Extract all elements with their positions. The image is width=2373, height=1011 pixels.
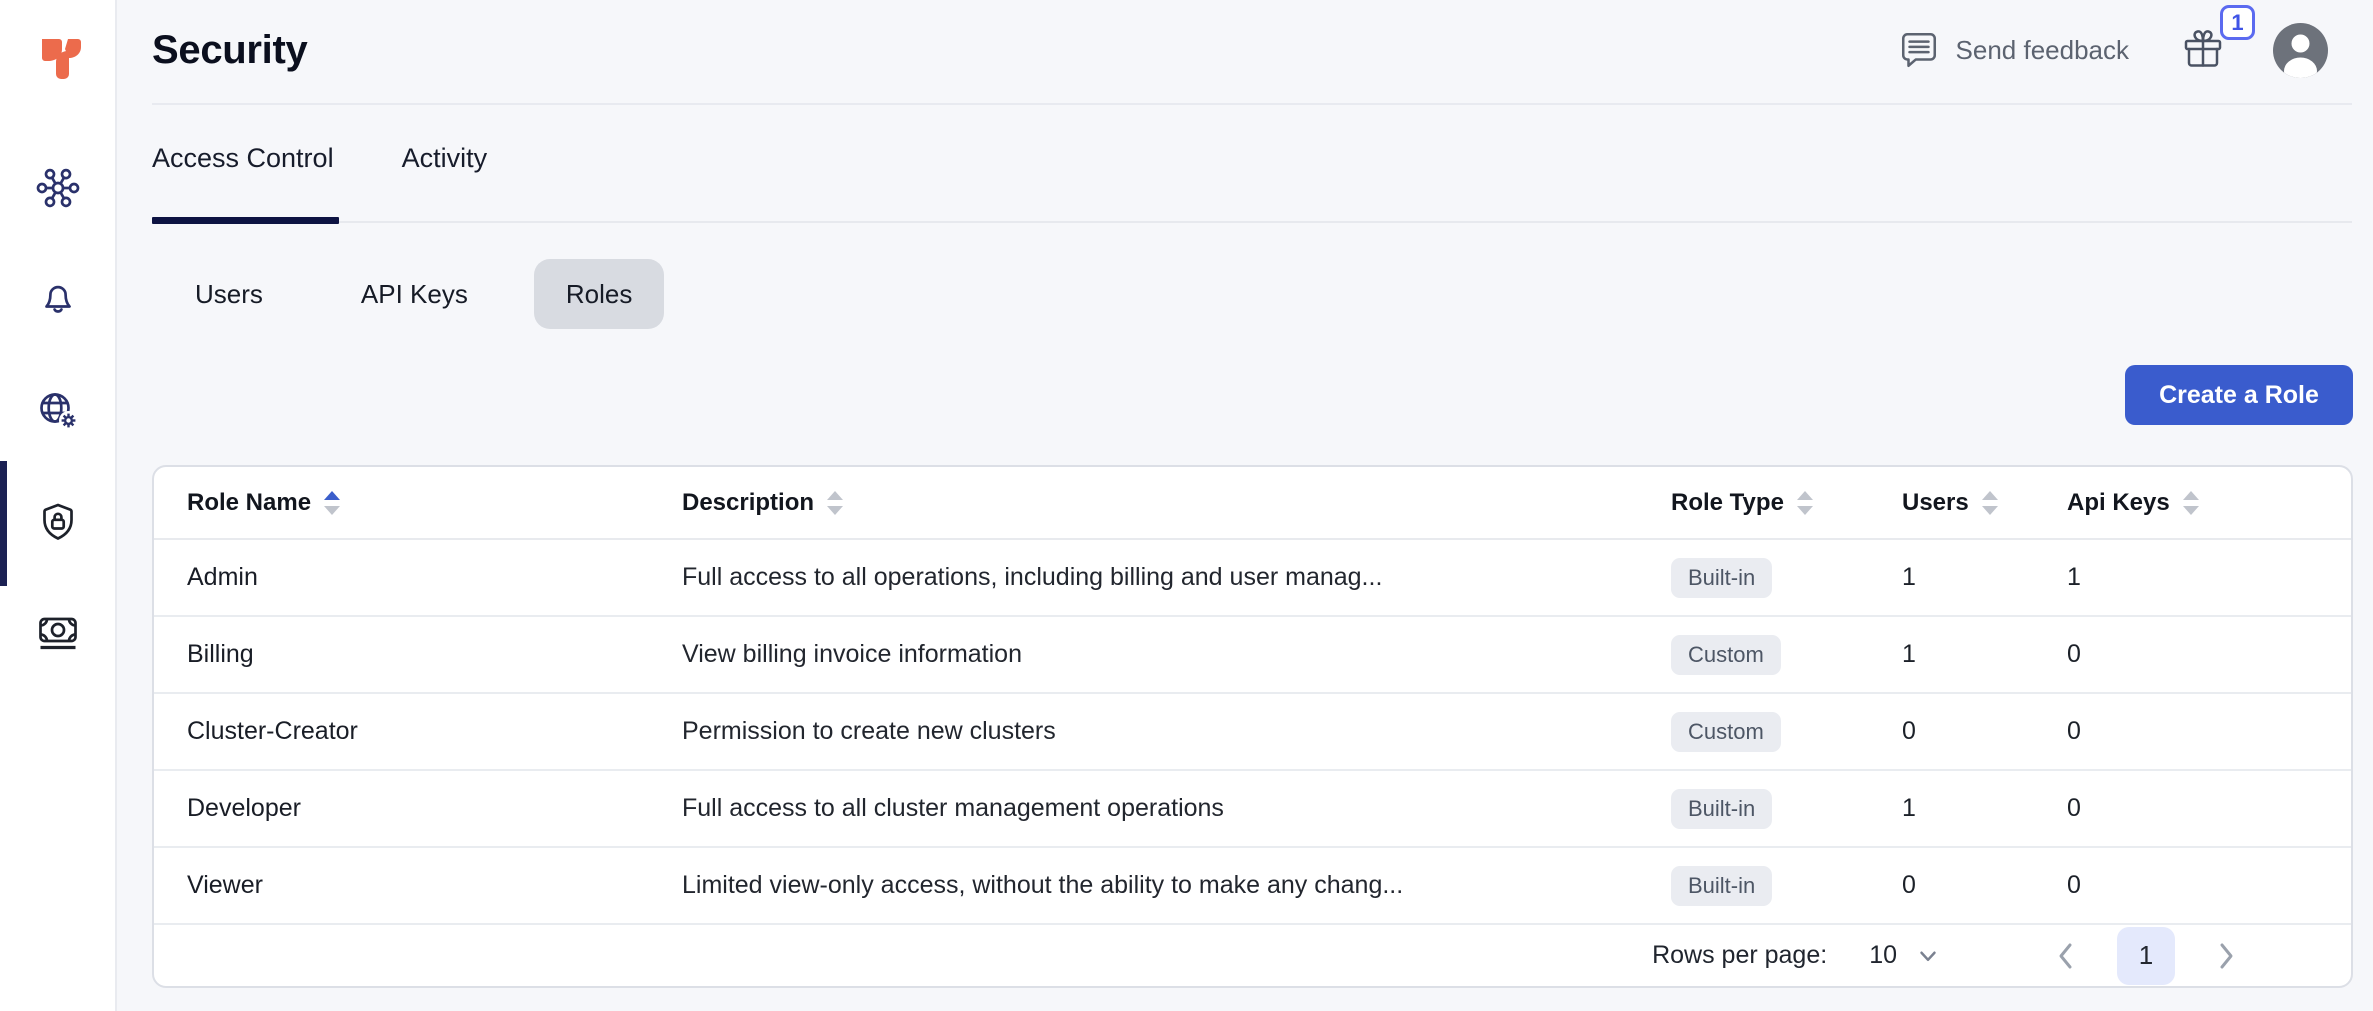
next-page-button[interactable] [2213,939,2239,973]
api-keys-count-cell: 0 [2067,871,2318,900]
role-description-cell: Full access to all cluster management op… [682,794,1671,823]
role-name-cell: Viewer [187,871,682,900]
send-feedback-label: Send feedback [1956,35,2129,66]
page-number-button[interactable]: 1 [2117,927,2175,985]
chevron-down-icon [1915,943,1941,969]
subtab-bar: Users API Keys Roles [163,259,664,329]
api-keys-count-cell: 1 [2067,563,2318,592]
table-row[interactable]: Developer Full access to all cluster man… [154,771,2351,848]
tab-access-control[interactable]: Access Control [152,136,334,180]
role-type-badge: Custom [1671,712,1781,752]
table-row[interactable]: Viewer Limited view-only access, without… [154,848,2351,925]
role-type-badge: Built-in [1671,789,1772,829]
table-row[interactable]: Cluster-Creator Permission to create new… [154,694,2351,771]
previous-page-button[interactable] [2053,939,2079,973]
tab-activity[interactable]: Activity [402,136,488,180]
rows-per-page-select[interactable]: 10 [1869,941,1941,970]
network-globe-gear-icon [35,387,81,433]
subtab-api-keys[interactable]: API Keys [329,259,500,329]
role-description-cell: View billing invoice information [682,640,1671,669]
users-count-cell: 0 [1902,717,2067,746]
notification-count-badge: 1 [2220,5,2255,40]
sort-icon [2182,490,2200,516]
role-name-cell: Billing [187,640,682,669]
alerts-bell-icon [35,275,81,321]
role-type-badge: Built-in [1671,558,1772,598]
role-name-cell: Cluster-Creator [187,717,682,746]
header-actions: Send feedback 1 [1898,18,2328,82]
users-count-cell: 1 [1902,563,2067,592]
header-divider [152,103,2352,105]
sort-icon-asc-active [323,490,341,516]
app-logo[interactable] [32,30,88,86]
sort-icon [1796,490,1814,516]
column-header-users[interactable]: Users [1902,489,2067,517]
users-count-cell: 1 [1902,640,2067,669]
subtab-users[interactable]: Users [163,259,295,329]
table-row[interactable]: Admin Full access to all operations, inc… [154,540,2351,617]
table-header-row: Role Name Description Role Type [154,467,2351,540]
sidebar-item-billing[interactable] [34,609,82,657]
security-page: Security Send feedback 1 [0,0,2373,1011]
create-role-button[interactable]: Create a Role [2125,365,2353,425]
role-name-cell: Developer [187,794,682,823]
column-header-role-type[interactable]: Role Type [1671,489,1902,517]
roles-table-card: Role Name Description Role Type [152,465,2353,988]
feedback-bubble-icon [1898,29,1940,71]
users-count-cell: 0 [1902,871,2067,900]
users-count-cell: 1 [1902,794,2067,823]
column-header-role-name[interactable]: Role Name [187,489,682,517]
column-header-description[interactable]: Description [682,489,1671,517]
send-feedback-button[interactable]: Send feedback [1898,29,2129,71]
active-tab-underline [152,217,339,224]
api-keys-count-cell: 0 [2067,794,2318,823]
api-keys-count-cell: 0 [2067,640,2318,669]
clusters-network-icon [35,165,81,211]
role-description-cell: Limited view-only access, without the ab… [682,871,1671,900]
rows-per-page-label: Rows per page: [1652,941,1827,970]
tabs-divider [152,221,2352,223]
yugabyte-logo-icon [32,30,88,86]
sidebar [0,0,117,1011]
table-pagination: Rows per page: 10 1 [154,925,2351,986]
role-name-cell: Admin [187,563,682,592]
column-header-api-keys[interactable]: Api Keys [2067,489,2318,517]
billing-money-icon [35,610,81,656]
chevron-left-icon [2057,941,2075,971]
tab-bar: Access Control Activity [152,136,487,180]
api-keys-count-cell: 0 [2067,717,2318,746]
sidebar-item-alerts[interactable] [34,274,82,322]
security-shield-icon [35,500,81,546]
person-icon [2273,23,2328,78]
sidebar-item-security[interactable] [34,499,82,547]
whats-new-button[interactable]: 1 [2181,27,2225,73]
chevron-right-icon [2217,941,2235,971]
user-avatar[interactable] [2273,23,2328,78]
sidebar-item-clusters[interactable] [34,164,82,212]
role-type-badge: Custom [1671,635,1781,675]
role-description-cell: Permission to create new clusters [682,717,1671,746]
table-row[interactable]: Billing View billing invoice information… [154,617,2351,694]
sidebar-active-indicator [0,461,7,586]
subtab-roles[interactable]: Roles [534,259,664,329]
role-description-cell: Full access to all operations, including… [682,563,1671,592]
sidebar-item-network[interactable] [34,386,82,434]
sort-icon [826,490,844,516]
sort-icon [1981,490,1999,516]
pager: 1 [2053,927,2239,985]
rows-per-page-value: 10 [1869,941,1897,970]
role-type-badge: Built-in [1671,866,1772,906]
page-title: Security [152,28,307,73]
gift-icon [2181,27,2225,73]
